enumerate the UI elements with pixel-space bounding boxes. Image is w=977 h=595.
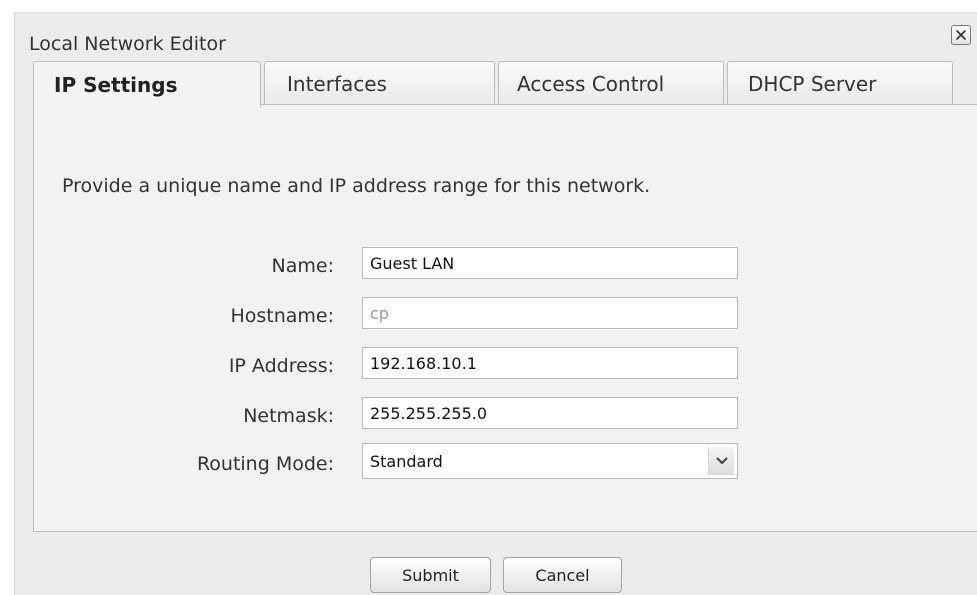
name-label: Name: bbox=[271, 255, 334, 277]
cancel-button[interactable]: Cancel bbox=[503, 557, 622, 593]
close-button[interactable] bbox=[951, 25, 971, 45]
routing-mode-value: Standard bbox=[370, 451, 443, 471]
netmask-field[interactable] bbox=[362, 397, 738, 429]
panel-intro-text: Provide a unique name and IP address ran… bbox=[62, 175, 651, 197]
ip-settings-panel: Provide a unique name and IP address ran… bbox=[33, 104, 977, 532]
ip-address-field[interactable] bbox=[362, 347, 738, 379]
tab-access-control[interactable]: Access Control bbox=[498, 61, 724, 105]
chevron-down-icon[interactable] bbox=[708, 447, 734, 475]
dialog-title: Local Network Editor bbox=[29, 33, 226, 55]
close-icon bbox=[955, 26, 967, 45]
local-network-editor-dialog: Local Network Editor IP Settings Interfa… bbox=[14, 12, 977, 595]
routing-mode-label: Routing Mode: bbox=[196, 453, 334, 475]
tab-dhcp-server[interactable]: DHCP Server bbox=[727, 61, 953, 105]
tab-label: IP Settings bbox=[54, 72, 178, 97]
routing-mode-select[interactable]: Standard bbox=[362, 443, 738, 479]
tab-label: DHCP Server bbox=[748, 71, 877, 96]
tab-ip-settings[interactable]: IP Settings bbox=[33, 61, 261, 107]
tab-interfaces[interactable]: Interfaces bbox=[264, 61, 495, 105]
tab-label: Interfaces bbox=[287, 71, 387, 96]
hostname-field[interactable] bbox=[362, 297, 738, 329]
submit-button[interactable]: Submit bbox=[370, 557, 491, 593]
netmask-label: Netmask: bbox=[243, 405, 334, 427]
hostname-label: Hostname: bbox=[230, 305, 334, 327]
name-field[interactable] bbox=[362, 247, 738, 279]
tab-label: Access Control bbox=[517, 71, 665, 96]
ip-address-label: IP Address: bbox=[228, 355, 334, 377]
